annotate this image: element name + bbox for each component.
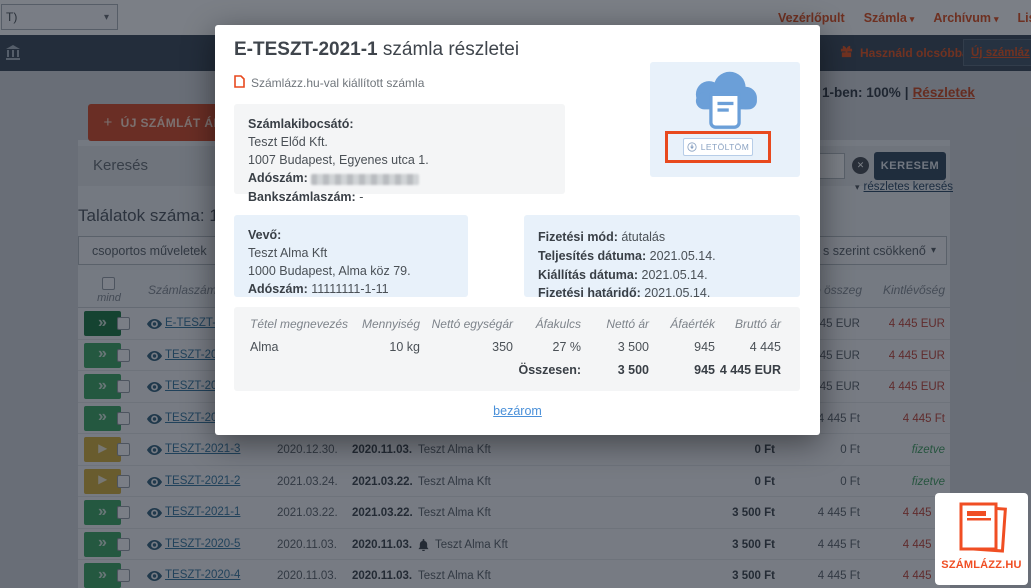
items-cell: 27 % [513,340,581,354]
modal-footer: bezárom [215,402,820,420]
items-header-cell: Nettó egységár [420,317,513,331]
payment-label: Fizetési mód: [538,230,618,244]
items-header-cell: Áfaérték [649,317,715,331]
items-cell: 945 [649,340,715,354]
items-header-cell: Bruttó ár [715,317,781,331]
items-header-cell: Mennyiség [330,317,420,331]
cloud-document-icon [678,68,772,130]
items-cell: 4 445 [715,340,781,354]
payment-line: Teljesítés dátuma: 2021.05.14. [538,247,786,266]
total-vat: 945 [649,363,715,377]
total-label: Összesen: [513,363,581,377]
issuer-box: Számlakibocsátó: Teszt Előd Kft. 1007 Bu… [234,104,565,194]
items-header-cell: Áfakulcs [513,317,581,331]
payment-line: Kiállítás dátuma: 2021.05.14. [538,266,786,285]
items-cell: 10 kg [330,340,420,354]
payment-line: Fizetési mód: átutalás [538,228,786,247]
payment-label: Teljesítés dátuma: [538,249,646,263]
total-net: 3 500 [581,363,649,377]
customer-box: Vevő: Teszt Alma Kft 1000 Budapest, Alma… [234,215,468,297]
szamlazz-logo: SZÁMLÁZZ.HU [935,493,1028,585]
download-button[interactable]: LETÖLTÖM [683,138,753,156]
items-cell: 3 500 [581,340,649,354]
invoice-doc-icon [234,75,245,91]
modal-subtitle: Számlázz.hu-val kiállított számla [234,75,424,91]
items-cell: Alma [250,340,330,354]
payment-line: Fizetési határidő: 2021.05.14. [538,284,786,303]
payment-label: Kiállítás dátuma: [538,268,638,282]
items-row: Alma10 kg35027 %3 5009454 445 [234,340,800,354]
items-header-cell: Tétel megnevezés [250,317,330,331]
modal-title: E-TESZT-2021-1 számla részletei [234,39,519,61]
invoice-items-table: Tétel megnevezésMennyiségNettó egységárÁ… [234,307,800,391]
szamlazz-papers-icon [953,498,1011,558]
items-total-row: Összesen: 3 500 945 4 445 EUR [234,363,800,377]
items-header-cell: Nettó ár [581,317,649,331]
download-circle-icon [687,142,697,152]
payment-label: Fizetési határidő: [538,286,641,300]
payment-box: Fizetési mód: átutalásTeljesítés dátuma:… [524,215,800,297]
invoice-details-modal: E-TESZT-2021-1 számla részletei Számlázz… [215,25,820,435]
items-cell: 350 [420,340,513,354]
blurred-tax-number [311,174,419,185]
items-header-row: Tétel megnevezésMennyiségNettó egységárÁ… [234,317,800,331]
close-modal-link[interactable]: bezárom [493,404,542,418]
screen: T) ▾ VezérlőpultSzámla▾Archívum▾Listák▾B… [0,0,1031,588]
download-box: LETÖLTÖM [650,62,800,177]
total-gross: 4 445 EUR [715,363,781,377]
szamlazz-logo-text: SZÁMLÁZZ.HU [941,559,1021,571]
